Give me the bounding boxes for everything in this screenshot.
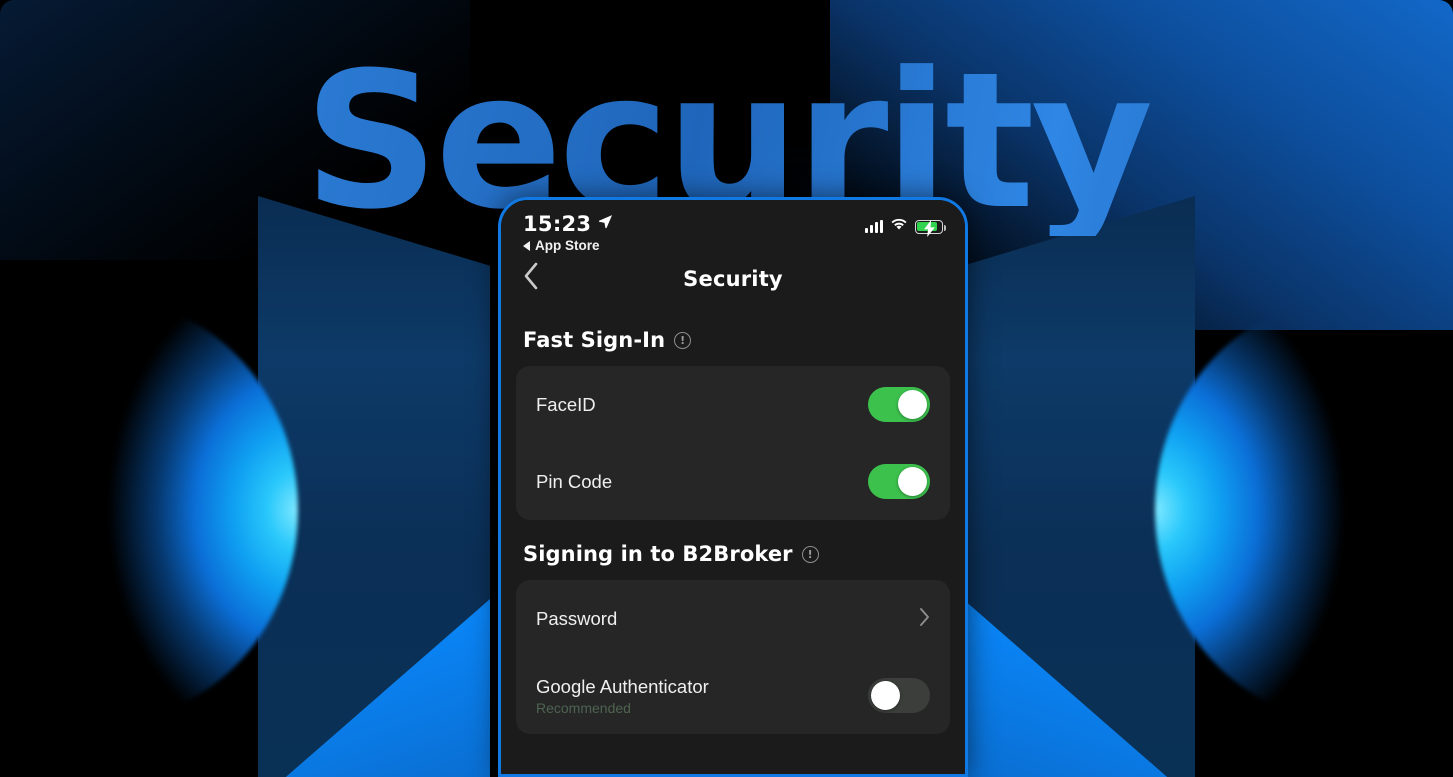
row-pin-code[interactable]: Pin Code — [516, 443, 950, 520]
info-circle-icon[interactable]: ! — [801, 545, 819, 563]
status-bar-right — [865, 212, 947, 237]
phone-screen: 15:23 App Store Security Fast Sign-In ! … — [501, 200, 965, 774]
toggle-knob — [898, 390, 927, 419]
section-header-fast-sign-in: Fast Sign-In ! — [501, 306, 965, 366]
info-circle-icon[interactable]: ! — [674, 331, 692, 349]
info-glyph: ! — [680, 333, 686, 347]
info-glyph: ! — [807, 547, 813, 561]
row-password[interactable]: Password — [516, 580, 950, 657]
toggle-google-authenticator[interactable] — [868, 678, 930, 713]
row-label: Pin Code — [536, 470, 613, 492]
section-header-signing-in: Signing in to B2Broker ! — [501, 520, 965, 580]
card-fast-sign-in: FaceID Pin Code — [516, 366, 950, 520]
row-label: Password — [536, 607, 618, 629]
toggle-faceid[interactable] — [868, 387, 930, 422]
status-time: 15:23 — [523, 212, 592, 236]
wifi-icon — [890, 217, 908, 236]
row-label: FaceID — [536, 393, 596, 415]
status-bar-left: 15:23 App Store — [523, 212, 613, 253]
toggle-pin-code[interactable] — [868, 464, 930, 499]
status-bar: 15:23 App Store — [501, 200, 965, 253]
back-button[interactable] — [523, 262, 549, 296]
location-arrow-icon — [598, 214, 613, 234]
return-to-app-store[interactable]: App Store — [523, 238, 613, 253]
status-time-group: 15:23 — [523, 212, 613, 236]
toggle-knob — [898, 467, 927, 496]
page-title: Security — [683, 267, 783, 291]
phone-mockup: 15:23 App Store Security Fast Sign-In ! … — [498, 197, 968, 777]
row-text-group: Google Authenticator Recommended — [536, 676, 709, 716]
toggle-knob — [871, 681, 900, 710]
section-title: Signing in to B2Broker — [523, 542, 793, 566]
row-sublabel: Recommended — [536, 699, 631, 716]
card-signing-in: Password Google Authenticator Recommende… — [516, 580, 950, 734]
return-app-label: App Store — [535, 238, 600, 253]
battery-charging-icon — [915, 219, 947, 237]
cellular-signal-icon — [865, 220, 883, 233]
nav-bar: Security — [501, 252, 965, 306]
row-faceid[interactable]: FaceID — [516, 366, 950, 443]
chevron-right-icon — [919, 607, 930, 631]
row-google-authenticator[interactable]: Google Authenticator Recommended — [516, 657, 950, 734]
row-label: Google Authenticator — [536, 675, 709, 697]
section-title: Fast Sign-In — [523, 328, 666, 352]
back-triangle-icon — [523, 240, 530, 251]
screenshot-stage: Security 15:23 App Store Security Fast S… — [0, 0, 1453, 777]
